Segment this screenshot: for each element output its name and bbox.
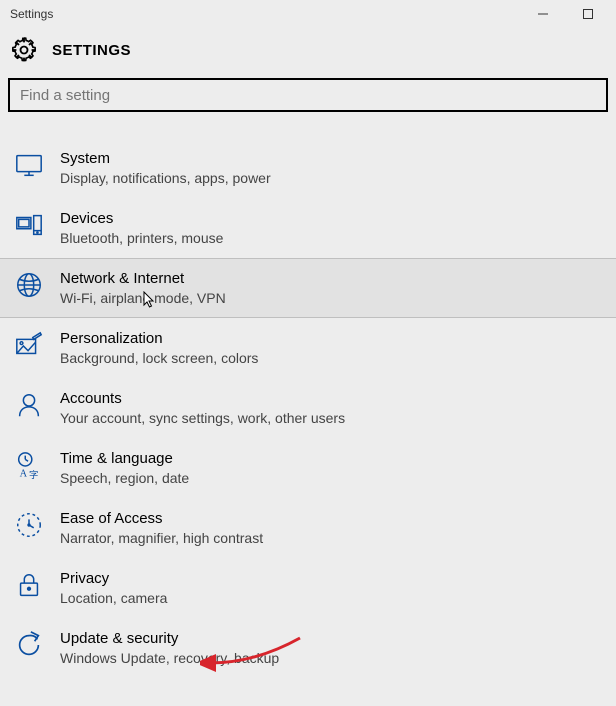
item-title: Update & security	[60, 629, 616, 649]
settings-list: System Display, notifications, apps, pow…	[0, 138, 616, 678]
svg-text:字: 字	[29, 469, 38, 480]
item-subtitle: Location, camera	[60, 589, 616, 607]
search-input[interactable]	[20, 87, 596, 104]
page-header: SETTINGS	[0, 28, 616, 78]
personalization-icon	[14, 329, 60, 360]
search-box[interactable]	[8, 78, 608, 112]
network-icon	[14, 269, 60, 300]
item-title: Network & Internet	[60, 269, 616, 289]
accounts-icon	[14, 389, 60, 420]
settings-item-devices[interactable]: Devices Bluetooth, printers, mouse	[0, 198, 616, 258]
item-title: Devices	[60, 209, 616, 229]
devices-icon	[14, 209, 60, 240]
item-title: Accounts	[60, 389, 616, 409]
svg-text:A: A	[20, 468, 28, 479]
minimize-button[interactable]	[520, 2, 565, 26]
settings-item-ease-of-access[interactable]: Ease of Access Narrator, magnifier, high…	[0, 498, 616, 558]
settings-gear-icon	[10, 36, 38, 64]
item-title: Ease of Access	[60, 509, 616, 529]
settings-item-network[interactable]: Network & Internet Wi-Fi, airplane mode,…	[0, 258, 616, 318]
item-subtitle: Speech, region, date	[60, 469, 616, 487]
settings-item-time-language[interactable]: A 字 Time & language Speech, region, date	[0, 438, 616, 498]
settings-item-accounts[interactable]: Accounts Your account, sync settings, wo…	[0, 378, 616, 438]
time-language-icon: A 字	[14, 449, 60, 480]
maximize-button[interactable]	[565, 2, 610, 26]
item-subtitle: Wi-Fi, airplane mode, VPN	[60, 289, 616, 307]
privacy-icon	[14, 569, 60, 600]
page-heading: SETTINGS	[52, 42, 131, 59]
item-subtitle: Windows Update, recovery, backup	[60, 649, 616, 667]
item-subtitle: Display, notifications, apps, power	[60, 169, 616, 187]
item-title: System	[60, 149, 616, 169]
settings-item-update-security[interactable]: Update & security Windows Update, recove…	[0, 618, 616, 678]
item-title: Time & language	[60, 449, 616, 469]
item-subtitle: Background, lock screen, colors	[60, 349, 616, 367]
item-title: Privacy	[60, 569, 616, 589]
item-subtitle: Your account, sync settings, work, other…	[60, 409, 616, 427]
window-title: Settings	[6, 7, 520, 21]
settings-item-privacy[interactable]: Privacy Location, camera	[0, 558, 616, 618]
settings-item-personalization[interactable]: Personalization Background, lock screen,…	[0, 318, 616, 378]
system-icon	[14, 149, 60, 180]
ease-of-access-icon	[14, 509, 60, 540]
item-subtitle: Bluetooth, printers, mouse	[60, 229, 616, 247]
settings-item-system[interactable]: System Display, notifications, apps, pow…	[0, 138, 616, 198]
update-security-icon	[14, 629, 60, 660]
item-title: Personalization	[60, 329, 616, 349]
titlebar: Settings	[0, 0, 616, 28]
item-subtitle: Narrator, magnifier, high contrast	[60, 529, 616, 547]
